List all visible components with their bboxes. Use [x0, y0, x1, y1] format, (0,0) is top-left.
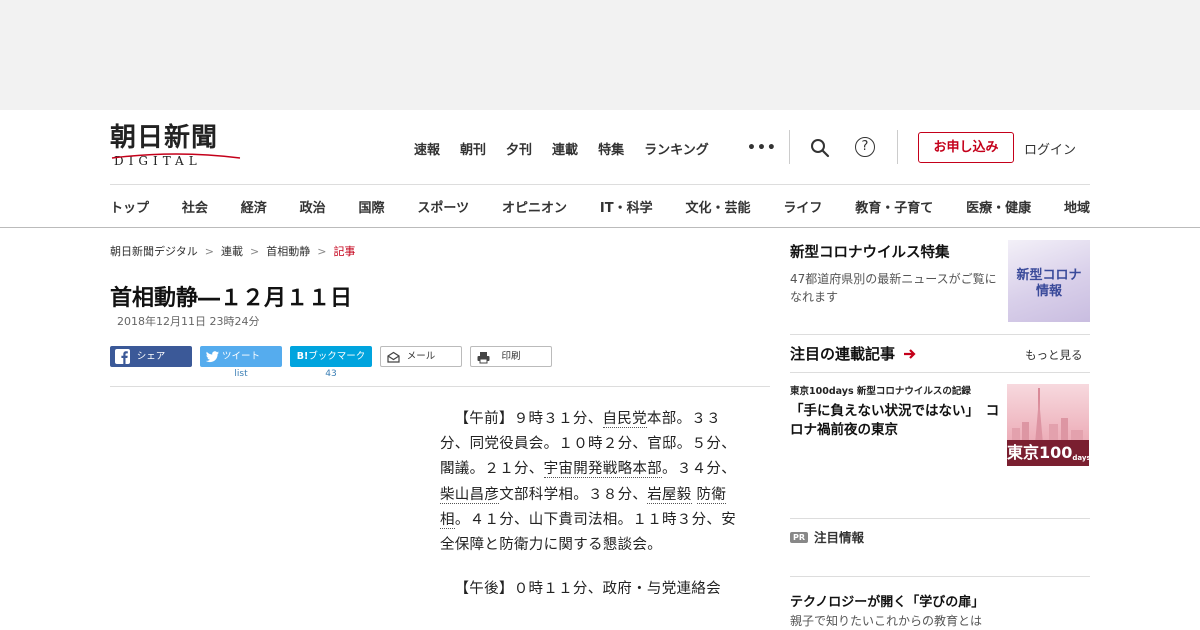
tokyo-thumbnail[interactable]: 東京100days: [1007, 384, 1089, 466]
tokyo-thumbnail-text: 東京100days: [1007, 440, 1089, 466]
logo-main-text: 朝日新聞: [110, 123, 219, 153]
category-nav-item[interactable]: オピニオン: [502, 197, 567, 216]
sidebar-divider: [790, 334, 1090, 335]
keyword-link[interactable]: 宇宙開発戦略本部: [543, 461, 663, 479]
mail-icon: [387, 351, 400, 363]
pr-section: PR 注目情報: [790, 527, 864, 546]
article-paragraph: 【午後】０時１１分、政府・与党連絡会: [454, 581, 721, 598]
article-paragraph: 【午前】９時３１分、自民党本部。３３分、同党役員会。１０時２分、官邸。５分、閣議…: [440, 407, 746, 558]
site-header: 朝日新聞 DIGITAL 速報 朝刊 夕刊 連載 特集 ランキング ••• ? …: [0, 110, 1200, 185]
category-nav-item[interactable]: 教育・子育て: [855, 197, 933, 216]
category-nav-item[interactable]: 政治: [300, 197, 326, 216]
keyword-link[interactable]: 柴山昌彦: [440, 486, 500, 504]
keyword-link[interactable]: 自民党: [602, 411, 647, 428]
arrow-right-icon: [904, 349, 916, 359]
sidebar-divider: [790, 576, 1090, 577]
text-segment: 。４１分、山下貴司法相。１１時３分、安全保障と防衛力に関する懇談会。: [440, 511, 737, 554]
tokyo-thumb-main: 東京100: [1007, 443, 1073, 462]
breadcrumb-separator: >: [317, 245, 327, 258]
corona-thumbnail[interactable]: 新型コロナ 情報: [1008, 240, 1090, 322]
hatena-count[interactable]: 43: [290, 369, 372, 379]
twitter-count-link[interactable]: list: [200, 369, 282, 379]
hatena-logo: B!: [296, 351, 309, 362]
mail-share-label: メール: [406, 351, 436, 362]
help-icon[interactable]: ?: [855, 137, 875, 157]
login-link[interactable]: ログイン: [1024, 139, 1076, 158]
corona-special-title: 新型コロナウイルス特集: [790, 245, 950, 261]
sidebar-divider: [790, 372, 1090, 373]
category-nav-item[interactable]: 文化・芸能: [685, 197, 750, 216]
promo-title[interactable]: テクノロジーが開く「学びの扉」: [790, 591, 984, 610]
header-divider: [789, 130, 790, 164]
print-button[interactable]: 印刷: [470, 346, 552, 367]
category-nav-item[interactable]: スポーツ: [417, 197, 469, 216]
promo-desc: 親子で知りたいこれからの教育とは: [790, 614, 983, 628]
print-label: 印刷: [501, 351, 521, 362]
text-segment: 。３４分、: [662, 461, 737, 478]
breadcrumb-separator: >: [250, 245, 260, 258]
search-icon[interactable]: [810, 138, 830, 158]
keyword-link[interactable]: 岩屋毅: [647, 486, 692, 504]
article-date: 2018年12月11日 23時24分: [117, 315, 260, 328]
sidebar-divider: [790, 518, 1090, 519]
text-segment: 文部科学相。３８分、: [499, 486, 648, 503]
breadcrumb-item[interactable]: 首相動静: [266, 245, 310, 258]
breadcrumb-item[interactable]: 連載: [221, 245, 243, 258]
text-segment: 【午前】９時３１分、: [454, 411, 603, 427]
text-segment: [692, 487, 697, 503]
top-nav-item[interactable]: 夕刊: [506, 139, 532, 158]
tokyo-series-label: 東京100days 新型コロナウイルスの記録: [790, 386, 971, 397]
logo-arc-icon: [111, 153, 241, 159]
breadcrumb: 朝日新聞デジタル > 連載 > 首相動静 > 記事: [110, 243, 355, 259]
facebook-share-label: シェア: [136, 351, 166, 362]
corona-special-link[interactable]: 新型コロナウイルス特集 47都道府県別の最新ニュースがご覧になれます: [790, 241, 1005, 306]
category-nav-item[interactable]: 社会: [182, 197, 208, 216]
share-buttons: シェア ツイート B!ブックマーク メール 印刷: [110, 346, 552, 367]
top-nav-item[interactable]: ランキング: [644, 139, 709, 158]
nav-bottom-rule: [0, 227, 1200, 228]
site-logo[interactable]: 朝日新聞 DIGITAL: [110, 124, 242, 170]
facebook-icon: [115, 349, 130, 364]
top-nav-item[interactable]: 速報: [414, 139, 440, 158]
category-nav-item[interactable]: トップ: [110, 197, 149, 216]
tokyo-thumb-sub: days: [1072, 454, 1089, 462]
category-nav-item[interactable]: IT・科学: [600, 197, 653, 216]
twitter-share-label: ツイート: [221, 351, 260, 362]
breadcrumb-current: 記事: [333, 245, 356, 258]
article-title: 首相動静―１２月１１日: [110, 286, 353, 311]
series-more-link[interactable]: もっと見る: [1025, 347, 1083, 363]
category-nav-item[interactable]: 地域: [1064, 197, 1090, 216]
breadcrumb-separator: >: [204, 245, 214, 258]
category-nav-item[interactable]: 経済: [241, 197, 267, 216]
top-nav-item[interactable]: 連載: [552, 139, 578, 158]
facebook-share-button[interactable]: シェア: [110, 346, 192, 367]
article-body: 【午前】９時３１分、自民党本部。３３分、同党役員会。１０時２分、官邸。５分、閣議…: [440, 407, 746, 621]
pr-badge: PR: [790, 532, 809, 543]
top-nav-item[interactable]: 朝刊: [460, 139, 486, 158]
top-nav-item[interactable]: 特集: [598, 139, 624, 158]
article-divider: [110, 386, 770, 387]
mail-share-button[interactable]: メール: [380, 346, 462, 367]
subscribe-button[interactable]: お申し込み: [918, 132, 1014, 163]
ad-banner-area: [0, 0, 1200, 110]
corona-special-desc: 47都道府県別の最新ニュースがご覧になれます: [790, 272, 997, 304]
top-nav: 速報 朝刊 夕刊 連載 特集 ランキング: [414, 139, 729, 158]
printer-icon: [477, 352, 490, 364]
category-nav-item[interactable]: 医療・健康: [966, 197, 1031, 216]
series-section-title[interactable]: 注目の連載記事: [790, 343, 917, 364]
series-title-text: 注目の連載記事: [790, 345, 896, 363]
corona-thumbnail-text: 新型コロナ 情報: [1016, 268, 1082, 299]
header-divider: [897, 130, 898, 164]
category-nav-item[interactable]: 国際: [359, 197, 385, 216]
twitter-share-button[interactable]: ツイート: [200, 346, 282, 367]
pr-label: 注目情報: [814, 530, 865, 545]
breadcrumb-item[interactable]: 朝日新聞デジタル: [110, 245, 198, 258]
category-nav: トップ 社会 経済 政治 国際 スポーツ オピニオン IT・科学 文化・芸能 ラ…: [110, 184, 1090, 227]
tokyo-article-headline[interactable]: 「手に負えない状況ではない」 コロナ禍前夜の東京: [790, 402, 1000, 440]
category-nav-item[interactable]: ライフ: [783, 197, 822, 216]
hatena-bookmark-label: ブックマーク: [308, 351, 366, 362]
hatena-bookmark-button[interactable]: B!ブックマーク: [290, 346, 372, 367]
more-icon[interactable]: •••: [747, 140, 777, 156]
twitter-icon: [205, 351, 219, 363]
